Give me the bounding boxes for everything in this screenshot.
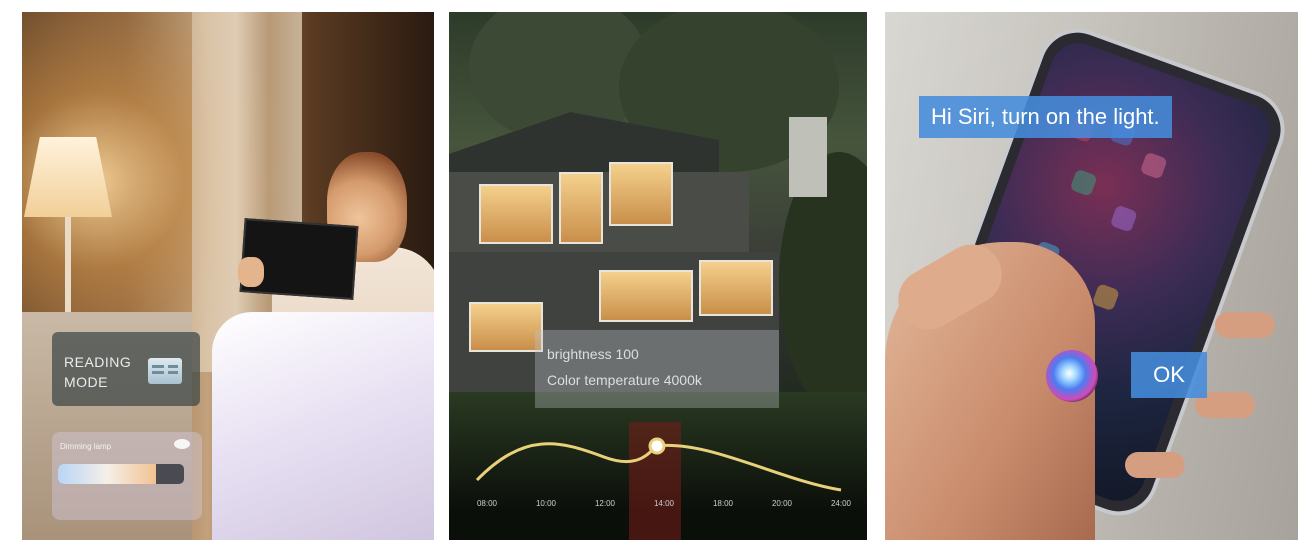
lamp-shade [24, 137, 112, 217]
house-lighting-panel: brightness 100 Color temperature 4000k 0… [449, 12, 867, 540]
finger [1215, 312, 1275, 338]
bed-covers [212, 312, 434, 540]
timeline-tick-label: 10:00 [535, 499, 557, 508]
timeline-tick-label: 24:00 [830, 499, 852, 508]
brightness-curve-chart [475, 437, 842, 492]
timeline-handle[interactable] [648, 437, 666, 455]
siri-command-bubble: Hi Siri, turn on the light. [919, 96, 1172, 138]
book-icon [148, 358, 182, 384]
timeline-tick-label: 12:00 [594, 499, 616, 508]
timeline-tick-label: 14:00 [653, 499, 675, 508]
reading-mode-button[interactable]: READING MODE [52, 332, 200, 406]
lamp-stem [65, 217, 71, 327]
siri-voice-panel: Hi Siri, turn on the light. OK [885, 12, 1298, 540]
app-icon [1069, 168, 1098, 197]
app-icon [1091, 283, 1120, 312]
reading-mode-panel: READING MODE Dimming lamp [22, 12, 434, 540]
app-icon [1109, 204, 1138, 233]
dimming-lamp-card: Dimming lamp [52, 432, 202, 520]
dimming-toggle-icon[interactable] [174, 439, 190, 449]
dimming-lamp-label: Dimming lamp [60, 442, 112, 451]
reading-mode-label: READING MODE [64, 354, 132, 390]
timeline-tick-label: 20:00 [771, 499, 793, 508]
siri-orb-icon[interactable] [1046, 350, 1098, 402]
finger [1125, 452, 1185, 478]
hand [238, 257, 264, 287]
siri-response-bubble: OK [1131, 352, 1207, 398]
app-icon [1139, 151, 1168, 180]
dimming-slider[interactable] [58, 464, 184, 484]
timeline-tick-label: 18:00 [712, 499, 734, 508]
timeline-tick-label: 08:00 [476, 499, 498, 508]
dimming-slider-fill [58, 464, 157, 484]
